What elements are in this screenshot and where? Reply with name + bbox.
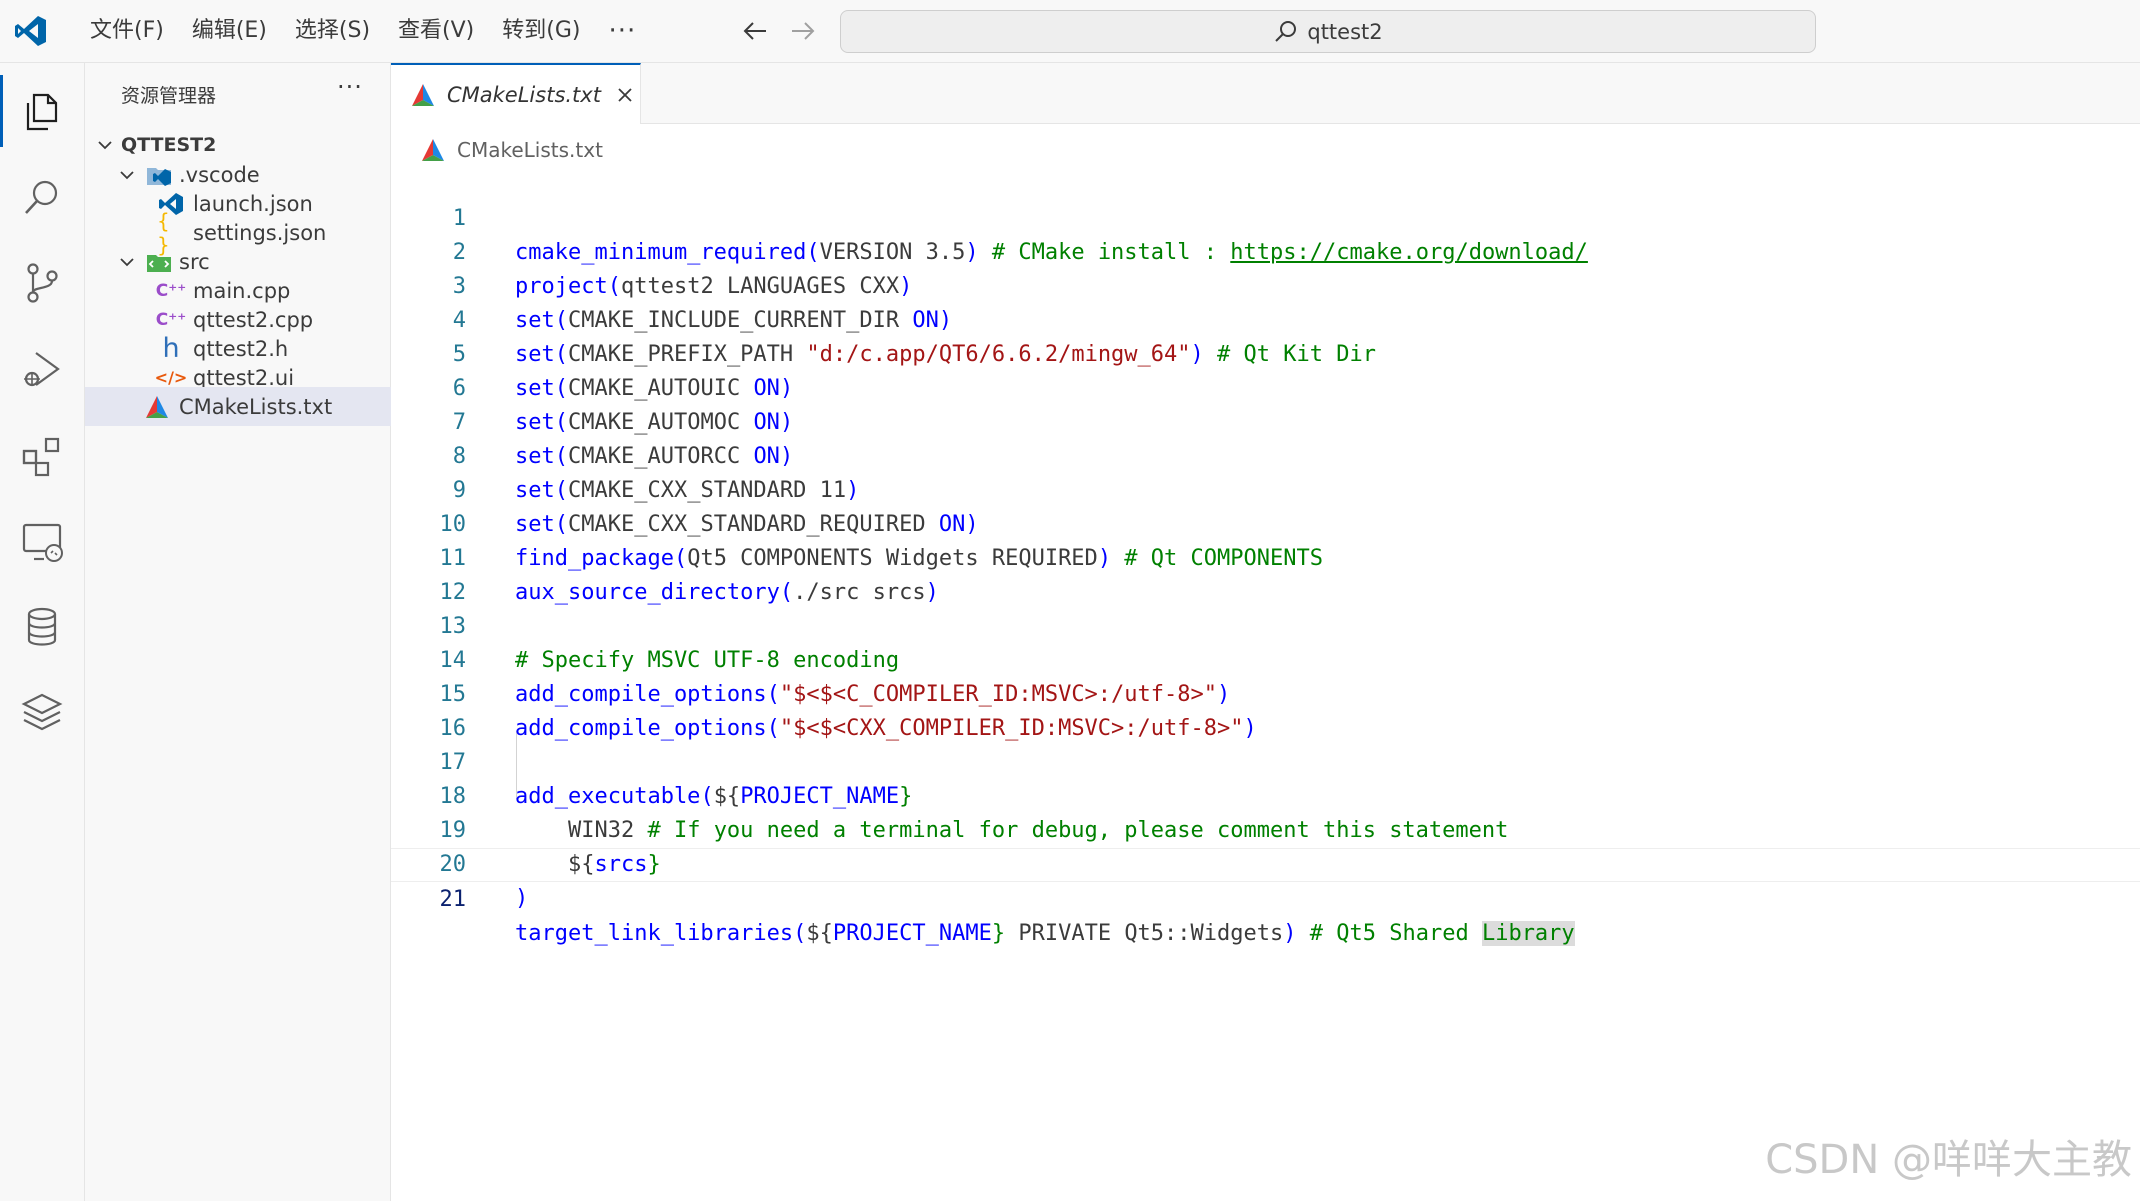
run-debug-icon[interactable]	[18, 345, 66, 393]
command-center-text: qttest2	[1307, 19, 1383, 44]
code-line: 19 ${srcs}	[391, 780, 2140, 877]
code-line: 16	[391, 678, 2140, 741]
menu-selection[interactable]: 选择(S)	[281, 0, 384, 62]
extensions-icon[interactable]	[18, 431, 66, 479]
chevron-down-icon	[98, 140, 112, 149]
tree-item-label: launch.json	[193, 191, 313, 216]
title-bar: 文件(F) 编辑(E) 选择(S) 查看(V) 转到(G) ··· qttest…	[0, 0, 2140, 63]
layers-icon[interactable]	[18, 689, 66, 737]
tree-item-label: qttest2.ui	[193, 365, 295, 390]
editor-area: CMakeLists.txt CMakeLists.txt 1 cmake_mi…	[391, 63, 2140, 1201]
menu-more-icon[interactable]: ···	[594, 4, 650, 58]
line-number: 21	[439, 887, 467, 912]
code-line: 2 project(qttest2 LANGUAGES CXX)	[391, 202, 2140, 299]
tree-item-label: main.cpp	[193, 278, 291, 303]
arrow-left-icon[interactable]	[740, 16, 770, 46]
cmake-icon	[422, 139, 444, 161]
code-line: 12	[391, 542, 2140, 605]
code-line: 7 set(CMAKE_AUTORCC ON)	[391, 372, 2140, 469]
explorer-icon[interactable]	[18, 87, 66, 135]
menu-edit[interactable]: 编辑(E)	[178, 0, 281, 62]
tab-cmakelists[interactable]: CMakeLists.txt	[391, 63, 641, 124]
code-line: 3 set(CMAKE_INCLUDE_CURRENT_DIR ON)	[391, 236, 2140, 333]
menu-go[interactable]: 转到(G)	[488, 0, 594, 62]
tree-item-label: qttest2.h	[193, 336, 289, 361]
remote-explorer-icon[interactable]	[18, 517, 66, 565]
chevron-down-icon	[120, 170, 134, 179]
database-icon[interactable]	[18, 603, 66, 651]
search-icon	[1275, 20, 1297, 42]
breadcrumb[interactable]: CMakeLists.txt	[419, 133, 603, 167]
explorer-sidebar: 资源管理器 ··· QTTEST2 .vscode launch.json { …	[85, 63, 448, 1201]
menu-file[interactable]: 文件(F)	[76, 0, 178, 62]
tree-root-label: QTTEST2	[121, 133, 217, 156]
tree-item-label: src	[179, 249, 210, 274]
search-icon[interactable]	[18, 173, 66, 221]
explorer-more-icon[interactable]: ···	[337, 73, 363, 101]
vscode-logo-icon[interactable]	[14, 14, 48, 48]
watermark: CSDN @咩咩大主教	[1765, 1137, 2132, 1183]
activity-bar	[0, 63, 85, 1201]
arrow-right-icon[interactable]	[788, 16, 818, 46]
tree-item-label: settings.json	[193, 220, 327, 245]
code-line: 1 cmake_minimum_required(VERSION 3.5) # …	[391, 168, 2140, 265]
tab-label: CMakeLists.txt	[447, 82, 601, 107]
breadcrumb-label: CMakeLists.txt	[457, 138, 603, 162]
cmake-icon	[412, 83, 434, 106]
cmake-icon	[146, 395, 168, 418]
chevron-down-icon	[120, 257, 134, 266]
code-line: 8 set(CMAKE_CXX_STANDARD 11)	[391, 406, 2140, 503]
tree-item-label: qttest2.cpp	[193, 307, 314, 332]
code-line: 4 set(CMAKE_PREFIX_PATH "d:/c.app/QT6/6.…	[391, 270, 2140, 367]
code-line: 11 aux_source_directory(./src srcs)	[391, 508, 2140, 605]
source-control-icon[interactable]	[18, 259, 66, 307]
active-indicator	[0, 75, 3, 147]
tree-item-label: .vscode	[179, 162, 260, 187]
menu-view[interactable]: 查看(V)	[384, 0, 488, 62]
menu-bar: 文件(F) 编辑(E) 选择(S) 查看(V) 转到(G) ···	[76, 0, 650, 62]
code-line-current: 21 target_link_libraries(${PROJECT_NAME}…	[391, 848, 2140, 946]
tree-item-label: CMakeLists.txt	[179, 394, 333, 419]
code-line: 20 )	[391, 814, 2140, 911]
command-center-search[interactable]: qttest2	[840, 10, 1816, 53]
code-line: 14 add_compile_options("$<$<C_COMPILER_I…	[391, 610, 2140, 707]
code-line: 10 find_package(Qt5 COMPONENTS Widgets R…	[391, 474, 2140, 571]
code-line: 6 set(CMAKE_AUTOMOC ON)	[391, 338, 2140, 435]
explorer-title: 资源管理器	[121, 85, 217, 107]
code-line: 18 WIN32 # If you need a terminal for de…	[391, 746, 2140, 843]
code-line: 17 add_executable(${PROJECT_NAME}	[391, 712, 2140, 809]
code-line: 9 set(CMAKE_CXX_STANDARD_REQUIRED ON)	[391, 440, 2140, 537]
selection-highlight: Library	[1481, 921, 1575, 946]
close-icon[interactable]	[615, 85, 635, 105]
tabs-bar: CMakeLists.txt	[391, 63, 2140, 124]
code-line: 5 set(CMAKE_AUTOUIC ON)	[391, 304, 2140, 401]
code-line: 15 add_compile_options("$<$<CXX_COMPILER…	[391, 644, 2140, 741]
code-line: 13 # Specify MSVC UTF-8 encoding	[391, 576, 2140, 673]
